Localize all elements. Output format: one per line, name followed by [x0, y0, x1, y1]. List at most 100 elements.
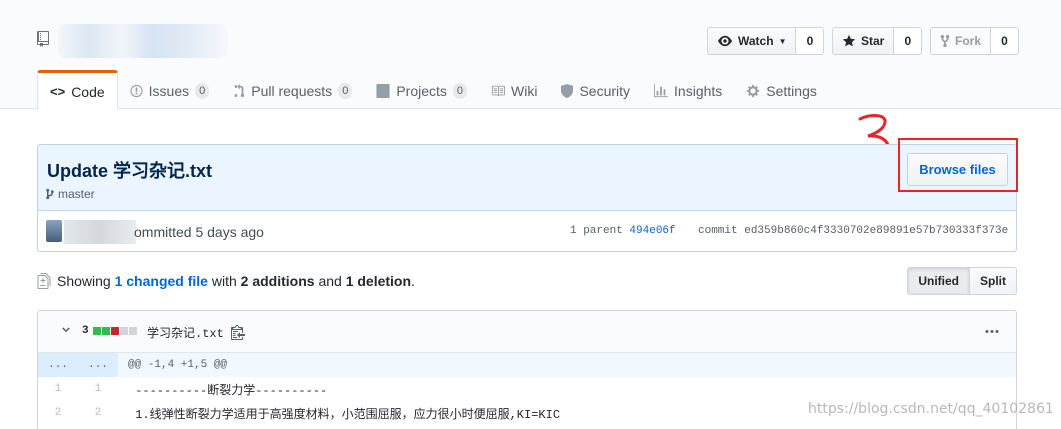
commit-prefix: commit [698, 225, 738, 237]
watch-count[interactable]: 0 [796, 27, 825, 55]
period-text: . [411, 273, 415, 289]
star-button[interactable]: Star [832, 27, 895, 55]
fork-count[interactable]: 0 [991, 27, 1020, 55]
diffstat-blocks [92, 327, 137, 335]
diff-summary: Showing 1 changed file with 2 additions … [57, 273, 415, 289]
tab-code-label: Code [71, 83, 105, 100]
tab-wiki[interactable]: Wiki [479, 71, 549, 110]
tab-wiki-label: Wiki [511, 82, 538, 99]
diffstat-block-added [101, 327, 110, 335]
chevron-down-icon: ▼ [778, 36, 787, 46]
hunk-header: @@ -1,4 +1,5 @@ [118, 353, 1016, 377]
committed-time: ommitted 5 days ago [134, 224, 264, 240]
diff-toc-bar: Showing 1 changed file with 2 additions … [37, 266, 1017, 296]
with-text: with [211, 273, 237, 289]
tab-insights[interactable]: Insights [642, 71, 734, 110]
watermark: https://blog.csdn.net/qq_40102861 [808, 401, 1054, 417]
diff-view-toggle: Unified Split [907, 267, 1017, 295]
clipboard-icon[interactable] [231, 324, 245, 340]
graph-icon [654, 83, 669, 97]
diffstat-block-neutral [119, 327, 128, 335]
diffstat: 3 [82, 325, 137, 337]
tab-code[interactable]: <> Code [37, 70, 118, 110]
shield-icon [561, 83, 574, 98]
tab-security[interactable]: Security [549, 71, 642, 110]
fork-icon [940, 34, 950, 48]
star-label: Star [861, 34, 885, 48]
hunk-header-row: ... ... @@ -1,4 +1,5 @@ [38, 353, 1016, 377]
tab-pull-requests[interactable]: Pull requests 0 [221, 71, 364, 110]
expand-up-button[interactable]: ... [38, 353, 78, 377]
parent-sha-link[interactable]: 494e06f [629, 225, 675, 237]
fork-group: Fork 0 [930, 27, 1020, 55]
watch-group: Watch ▼ 0 [707, 27, 825, 55]
showing-text: Showing [57, 273, 111, 289]
commit-sha-value: ed359b860c4f3330702e89891e57b730333f373e [744, 225, 1009, 237]
commit-summary: Update 学习杂记.txt master ommitted 5 days a… [37, 144, 1017, 252]
repo-icon [37, 31, 49, 47]
diffstat-block-added [92, 327, 101, 335]
code-icon: <> [50, 84, 66, 99]
expand-down-button[interactable]: ... [78, 353, 118, 377]
kebab-horizontal-icon[interactable] [984, 324, 1000, 340]
star-group: Star 0 [832, 27, 923, 55]
author-redacted [64, 220, 136, 244]
avatar[interactable] [46, 220, 62, 242]
diffstat-block-deleted [110, 327, 119, 335]
branch-indicator: master [46, 187, 95, 201]
commit-title: Update 学习杂记.txt [47, 161, 213, 181]
repo-name-redacted [58, 24, 228, 58]
deletions-count: 1 deletion [345, 273, 412, 289]
watch-label: Watch [738, 34, 774, 48]
tab-issues-label: Issues [148, 82, 190, 99]
commit-title-area: Update 学习杂记.txt master [38, 145, 1016, 211]
tab-insights-label: Insights [674, 82, 723, 99]
tab-pull-requests-label: Pull requests [251, 82, 333, 99]
branch-name[interactable]: master [58, 187, 95, 201]
star-icon [842, 34, 856, 47]
tab-issues[interactable]: Issues 0 [118, 71, 222, 110]
unified-view-button[interactable]: Unified [907, 267, 970, 295]
diffstat-count: 3 [82, 325, 89, 337]
issues-counter: 0 [195, 82, 210, 99]
issue-icon [130, 84, 143, 97]
diffstat-block-neutral [128, 327, 137, 335]
chevron-down-icon[interactable] [60, 324, 72, 336]
repo-header: Watch ▼ 0 Star 0 Fork 0 <> Code Issues 0… [0, 0, 1061, 110]
eye-icon [718, 35, 732, 47]
split-view-button[interactable]: Split [970, 267, 1017, 295]
star-count[interactable]: 0 [894, 27, 923, 55]
new-line-number[interactable]: 1 [78, 377, 118, 401]
project-icon [376, 83, 390, 98]
commit-meta: ommitted 5 days ago 1 parent 494e06f com… [38, 212, 1016, 251]
projects-counter: 0 [452, 82, 468, 99]
browse-files-button[interactable]: Browse files [907, 153, 1008, 186]
parent-prefix: 1 parent [570, 225, 623, 237]
old-line-number[interactable]: 1 [38, 377, 78, 401]
branch-icon [46, 188, 54, 200]
tab-projects-label: Projects [396, 82, 447, 99]
repo-nav-tabs: <> Code Issues 0 Pull requests 0 Project… [37, 70, 829, 110]
new-line-number[interactable]: 2 [78, 401, 118, 425]
old-line-number[interactable]: 2 [38, 401, 78, 425]
file-header: 3 学习杂记.txt [38, 311, 1016, 353]
tab-settings-label: Settings [766, 82, 817, 99]
pull-requests-counter: 0 [338, 82, 353, 99]
diff-line: 1 1 ----------断裂力学---------- [38, 377, 1016, 401]
file-name-link[interactable]: 学习杂记.txt [147, 324, 224, 341]
additions-count: 2 additions [240, 273, 315, 289]
gear-icon [747, 84, 760, 97]
diff-line-code: ----------断裂力学---------- [128, 383, 328, 398]
pull-request-icon [234, 83, 245, 97]
and-text: and [318, 273, 342, 289]
tab-settings[interactable]: Settings [734, 71, 829, 110]
changed-files-link[interactable]: 1 changed file [115, 273, 208, 289]
parent-info: 1 parent 494e06f [570, 225, 676, 237]
fork-label: Fork [955, 34, 982, 48]
tab-projects[interactable]: Projects 0 [364, 71, 479, 110]
file-diff-icon [37, 273, 51, 289]
fork-button[interactable]: Fork [930, 27, 992, 55]
tab-security-label: Security [579, 82, 631, 99]
watch-button[interactable]: Watch ▼ [707, 27, 797, 55]
commit-sha: commit ed359b860c4f3330702e89891e57b7303… [698, 225, 1008, 237]
